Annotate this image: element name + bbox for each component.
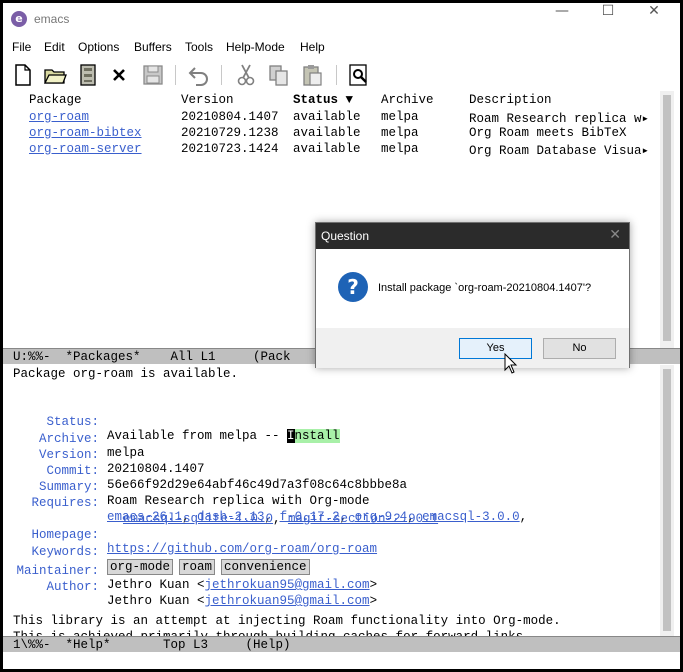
undo-icon[interactable] [187,63,211,87]
copy-icon[interactable] [267,63,291,87]
yes-button[interactable]: Yes [459,338,532,359]
package-description: Org Roam meets BibTeX [469,126,627,140]
dialog-close-icon[interactable]: ✕ [609,227,621,243]
toolbar [3,58,680,90]
paste-icon[interactable] [300,63,324,87]
mode-line-text: U:%%- *Packages* All L1 (Pack [13,350,291,364]
column-description[interactable]: Description [469,93,552,107]
package-version: 20210723.1424 [181,142,279,156]
package-name-link[interactable]: org-roam-server [29,142,142,156]
save-cabinet-icon[interactable] [76,63,100,87]
package-status: available [293,110,361,124]
package-description: Org Roam Database Visua▸ [469,144,650,158]
column-status[interactable]: Status ▼ [293,93,353,107]
question-icon: ? [338,272,368,302]
menu-tools[interactable]: Tools [185,40,213,54]
mode-line-help: 1\%%- *Help* Top L3 (Help) [3,636,680,652]
package-status: available [293,142,361,156]
menu-help[interactable]: Help [300,40,325,54]
commit-field: Commit: 56e66f92d29e64abf46c49d7a3f08c64… [3,450,643,492]
question-dialog: Question ✕ ? Install package `org-roam-2… [315,222,630,368]
status-field: Status: Available from melpa -- Install [3,401,643,443]
package-archive: melpa [381,142,419,156]
author-field: Author: Jethro Kuan <jethrokuan95@gmail.… [3,566,643,608]
help-scroll-thumb[interactable] [663,369,671,631]
help-buffer-pane: Package org-roam is available. Status: A… [3,365,660,639]
no-button[interactable]: No [543,338,616,359]
package-version: 20210729.1238 [181,126,279,140]
close-x-icon[interactable] [107,63,131,87]
cut-icon[interactable] [234,63,258,87]
package-name-link[interactable]: org-roam [29,110,89,124]
menu-help-mode[interactable]: Help-Mode [226,40,285,54]
toolbar-separator [175,65,176,85]
help-heading: Package org-roam is available. [13,367,239,381]
new-file-icon[interactable] [11,63,35,87]
column-package[interactable]: Package [29,93,82,107]
summary-field: Summary: Roam Research replica with Org-… [3,466,643,508]
window-title: emacs [34,12,70,26]
package-archive: melpa [381,126,419,140]
package-version: 20210804.1407 [181,110,279,124]
menu-buffers[interactable]: Buffers [134,40,172,54]
keywords-field: Keywords: org-mode roam convenience [3,531,643,575]
save-disk-icon[interactable] [141,63,165,87]
emacs-window: e emacs — ☐ ✕ File Edit Options Buffers … [3,3,680,669]
homepage-field: Homepage: https://github.com/org-roam/or… [3,514,643,556]
package-list-scroll-thumb[interactable] [663,95,671,341]
package-status: available [293,126,361,140]
package-description: Roam Research replica w▸ [469,112,650,126]
version-field: Version: 20210804.1407 [3,434,643,476]
minibuffer[interactable] [3,653,680,669]
menu-options[interactable]: Options [78,40,119,54]
open-folder-icon[interactable] [43,63,67,87]
dialog-body: ? Install package `org-roam-20210804.140… [316,249,629,328]
dialog-title: Question [321,229,370,243]
toolbar-separator [221,65,222,85]
dialog-footer: Yes No [316,328,629,368]
maintainer-field: Maintainer: Jethro Kuan <jethrokuan95@gm… [3,550,643,592]
column-version[interactable]: Version [181,93,234,107]
column-archive[interactable]: Archive [381,93,434,107]
menu-file[interactable]: File [12,40,31,54]
package-archive: melpa [381,110,419,124]
close-button[interactable]: ✕ [631,3,677,35]
mode-line-text: 1\%%- *Help* Top L3 (Help) [13,638,291,652]
requires-field-cont: emacsql-sqlite-1.0.0, magit-section-2.90… [123,512,439,526]
menu-edit[interactable]: Edit [44,40,65,54]
author-label: Author: [46,580,99,594]
author-name: Jethro Kuan < [107,594,205,608]
emacs-app-icon: e [11,11,27,27]
dialog-title-bar: Question ✕ [316,223,629,249]
minimize-button[interactable]: — [539,3,585,35]
menu-bar: File Edit Options Buffers Tools Help-Mod… [3,36,680,56]
maximize-button[interactable]: ☐ [585,3,631,35]
description-line: This library is an attempt at injecting … [13,614,561,628]
author-email-link[interactable]: jethrokuan95@gmail.com [205,594,370,608]
package-list-header: Package Version Status ▼ Archive Descrip… [3,91,660,107]
dialog-message: Install package `org-roam-20210804.1407'… [378,282,592,294]
mouse-pointer-icon [504,353,518,374]
package-row[interactable]: org-roam-server 20210723.1424 available … [3,142,660,158]
package-name-link[interactable]: org-roam-bibtex [29,126,142,140]
requires-field: Requires: emacs-26.1, dash-2.13, f-0.17.… [3,482,653,524]
package-row[interactable]: org-roam 20210804.1407 available melpa R… [3,110,660,126]
toolbar-separator [336,65,337,85]
search-icon[interactable] [347,63,371,87]
archive-field: Archive: melpa [3,418,643,460]
package-row[interactable]: org-roam-bibtex 20210729.1238 available … [3,126,660,142]
title-bar: e emacs — ☐ ✕ [3,3,680,35]
